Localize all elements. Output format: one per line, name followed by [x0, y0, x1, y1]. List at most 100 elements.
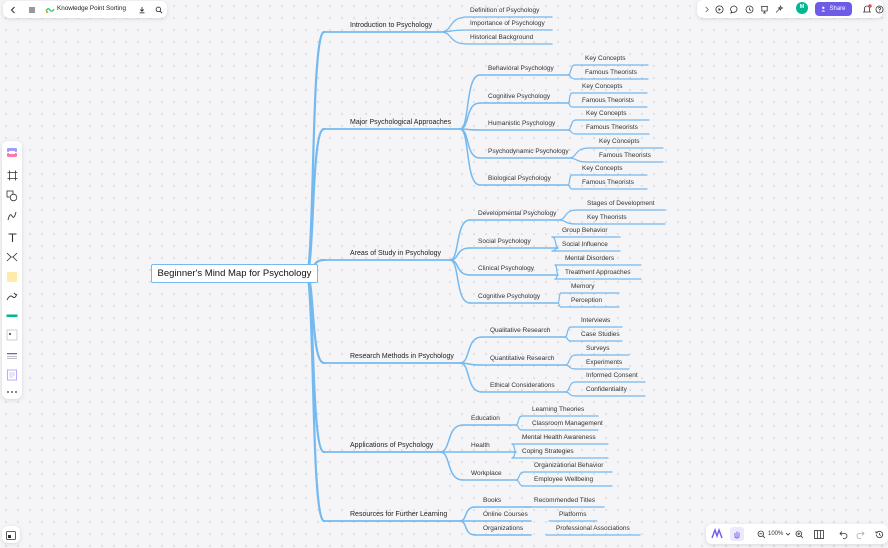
leaf-label[interactable]: Employee Wellbeing — [534, 476, 593, 484]
download-icon[interactable] — [135, 3, 149, 17]
sub-branch-label[interactable]: Organizations — [483, 525, 523, 533]
zoom-out-icon[interactable] — [754, 527, 768, 541]
leaf-label[interactable]: Mental Disorders — [565, 255, 614, 263]
sub-branch-label[interactable]: Behavioral Psychology — [488, 65, 554, 73]
sub-branch-label[interactable]: Health — [471, 442, 490, 450]
document-title[interactable]: Knowledge Point Sorting — [57, 5, 126, 12]
leaf-label[interactable]: Treatment Approaches — [565, 269, 631, 277]
branch-label[interactable]: Research Methods in Psychology — [350, 353, 454, 361]
history-icon[interactable] — [742, 2, 756, 16]
sub-branch-label[interactable]: Developmental Psychology — [478, 210, 556, 218]
fit-screen-icon[interactable] — [812, 527, 826, 541]
mindmap-connector — [515, 471, 525, 481]
leaf-label[interactable]: Experiments — [586, 359, 622, 367]
leaf-label[interactable]: Interviews — [581, 317, 610, 325]
zoom-in-icon[interactable] — [792, 527, 806, 541]
shapes-icon[interactable] — [5, 189, 19, 203]
help-icon[interactable] — [872, 2, 886, 16]
branch-label[interactable]: Areas of Study in Psychology — [350, 250, 441, 258]
sub-branch-label[interactable]: Books — [483, 497, 501, 505]
leaf-label[interactable]: Key Concepts — [582, 165, 622, 173]
leaf-label[interactable]: Historical Background — [470, 34, 533, 42]
leaf-label[interactable]: Case Studies — [581, 331, 620, 339]
more-icon[interactable] — [5, 385, 19, 399]
branch-label[interactable]: Resources for Further Learning — [350, 511, 447, 519]
user-plus-icon — [821, 6, 826, 12]
leaf-label[interactable]: Classroom Management — [532, 420, 603, 428]
sub-branch-label[interactable]: Humanistic Psychology — [488, 120, 555, 128]
leaf-label[interactable]: Key Concepts — [585, 55, 625, 63]
theme-palette-icon[interactable] — [5, 146, 19, 160]
document-template-icon[interactable] — [5, 368, 19, 382]
leaf-label[interactable]: Platforms — [559, 511, 586, 519]
redo-icon[interactable] — [853, 527, 867, 541]
sub-branch-label[interactable]: Social Psychology — [478, 238, 531, 246]
sticky-note-icon[interactable] — [5, 270, 19, 284]
leaf-label[interactable]: Group Behavior — [562, 227, 608, 235]
hamburger-icon[interactable] — [25, 3, 39, 17]
sub-branch-label[interactable]: Cognitive Psychology — [488, 93, 550, 101]
leaf-label[interactable]: Confidentiality — [586, 386, 627, 394]
leaf-label[interactable]: Key Concepts — [586, 110, 626, 118]
version-history-icon[interactable] — [872, 527, 886, 541]
table-template-icon[interactable] — [5, 328, 19, 342]
leaf-label[interactable]: Surveys — [586, 345, 609, 353]
sub-branch-label[interactable]: Clinical Psychology — [478, 265, 534, 273]
branch-label[interactable]: Introduction to Psychology — [350, 22, 432, 30]
sub-branch-label[interactable]: Ethical Considerations — [490, 382, 555, 390]
leaf-label[interactable]: Key Concepts — [582, 83, 622, 91]
leaf-label[interactable]: Memory — [571, 283, 594, 291]
mindmap-root-node[interactable]: Beginner's Mind Map for Psychology — [151, 264, 318, 283]
connector-icon[interactable] — [5, 209, 19, 223]
avatar[interactable]: M — [796, 2, 808, 14]
leaf-label[interactable]: Professional Associations — [556, 525, 630, 533]
leaf-label[interactable]: Recommended Titles — [534, 497, 595, 505]
leaf-label[interactable]: Organizational Behavior — [534, 462, 603, 470]
leaf-label[interactable]: Famous Theorists — [599, 152, 651, 160]
sub-branch-label[interactable]: Quantitative Research — [490, 355, 554, 363]
leaf-label[interactable]: Coping Strategies — [522, 448, 574, 456]
ai-sparkle-icon[interactable] — [772, 2, 786, 16]
sub-branch-label[interactable]: Biological Psychology — [488, 175, 551, 183]
kanban-template-icon[interactable] — [5, 349, 19, 363]
leaf-label[interactable]: Mental Health Awareness — [522, 434, 596, 442]
presentation-icon[interactable] — [757, 2, 771, 16]
leaf-label[interactable]: Famous Theorists — [582, 179, 634, 187]
search-icon[interactable] — [152, 3, 166, 17]
sub-branch-label[interactable]: Cognitive Psychology — [478, 293, 540, 301]
text-tool-icon[interactable] — [5, 230, 19, 244]
comment-icon[interactable] — [727, 2, 741, 16]
sub-branch-label[interactable]: Psychodynamic Psychology — [488, 148, 569, 156]
leaf-label[interactable]: Importance of Psychology — [470, 20, 545, 28]
leaf-label[interactable]: Famous Theorists — [585, 69, 637, 77]
mindmap-connector — [564, 354, 577, 366]
sub-branch-label[interactable]: Education — [471, 415, 500, 423]
minimap-toggle[interactable] — [2, 526, 20, 543]
pen-tool-icon[interactable] — [5, 290, 19, 304]
leaf-label[interactable]: Key Theorists — [587, 214, 627, 222]
branch-label[interactable]: Applications of Psychology — [350, 442, 433, 450]
leaf-label[interactable]: Definition of Psychology — [470, 7, 539, 15]
leaf-label[interactable]: Informed Consent — [586, 372, 638, 380]
undo-icon[interactable] — [836, 527, 850, 541]
hand-tool-icon[interactable] — [730, 527, 744, 541]
leaf-label[interactable]: Learning Theories — [532, 406, 584, 414]
share-button[interactable]: Share — [815, 2, 852, 16]
mindmap-tool-icon[interactable] — [5, 250, 19, 264]
sub-branch-label[interactable]: Online Courses — [483, 511, 528, 519]
ai-assistant-icon[interactable] — [710, 527, 724, 541]
play-icon[interactable] — [712, 2, 726, 16]
document-header: Knowledge Point Sorting — [3, 1, 167, 18]
leaf-label[interactable]: Famous Theorists — [586, 124, 638, 132]
leaf-label[interactable]: Perception — [571, 297, 602, 305]
leaf-label[interactable]: Stages of Development — [587, 200, 655, 208]
sub-branch-label[interactable]: Workplace — [471, 470, 502, 478]
leaf-label[interactable]: Key Concepts — [599, 138, 639, 146]
leaf-label[interactable]: Social Influence — [562, 241, 608, 249]
chevron-left-icon[interactable] — [6, 3, 20, 17]
frame-icon[interactable] — [5, 168, 19, 182]
chevron-right-icon[interactable] — [699, 2, 713, 16]
sub-branch-label[interactable]: Qualitative Research — [490, 327, 550, 335]
leaf-label[interactable]: Famous Theorists — [582, 97, 634, 105]
branch-label[interactable]: Major Psychological Approaches — [350, 119, 451, 127]
